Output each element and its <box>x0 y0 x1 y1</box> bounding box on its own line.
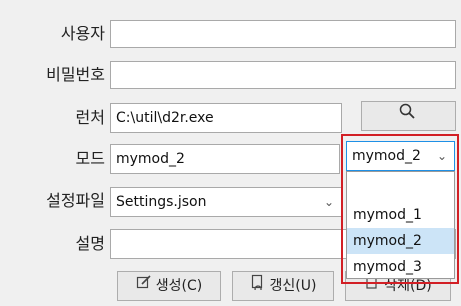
description-label: 설명 <box>75 234 105 253</box>
launcher-path-field[interactable]: C:\util\d2r.exe <box>110 103 342 133</box>
edit-icon <box>136 272 152 300</box>
mode-field[interactable]: mymod_2 <box>110 144 340 174</box>
search-icon <box>398 102 416 130</box>
update-button-label: 갱신(U) <box>269 278 317 294</box>
launcher-label: 런처 <box>75 108 105 127</box>
user-label: 사용자 <box>60 24 105 43</box>
mode-label: 모드 <box>75 149 105 168</box>
update-button[interactable]: 갱신(U) <box>232 271 334 301</box>
settings-label: 설정파일 <box>46 191 105 210</box>
user-field[interactable] <box>110 20 456 48</box>
settings-file-combo[interactable]: Settings.json ⌄ <box>110 187 342 217</box>
password-field[interactable] <box>110 61 456 89</box>
password-label: 비밀번호 <box>46 65 105 84</box>
settings-file-value: Settings.json <box>116 194 207 210</box>
chevron-down-icon: ⌄ <box>323 195 334 209</box>
refresh-document-icon <box>250 272 266 300</box>
create-button-label: 생성(C) <box>155 278 203 294</box>
highlight-frame <box>341 134 459 284</box>
browse-button[interactable] <box>361 101 456 131</box>
create-button[interactable]: 생성(C) <box>117 271 221 301</box>
